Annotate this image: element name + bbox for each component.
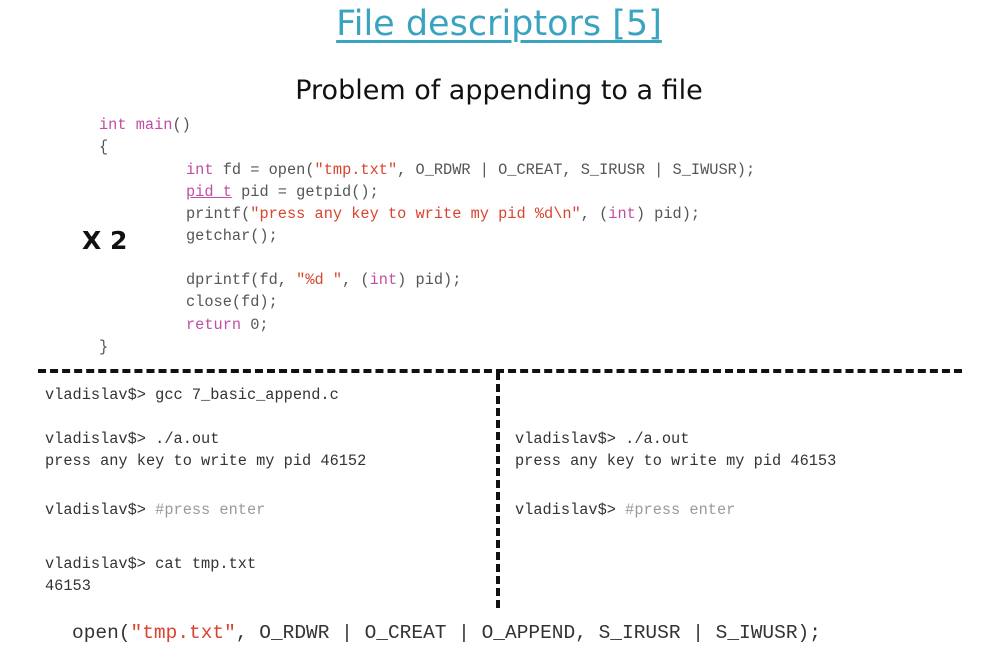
terminal-line: vladislav$> #press enter [515, 501, 735, 519]
code-token: open( [72, 622, 131, 644]
terminal-comment: #press enter [155, 501, 266, 519]
terminal-prompt: vladislav$> [515, 501, 626, 519]
code-line-getpid: pid_t pid = getpid(); [186, 181, 379, 203]
fix-code-line: open("tmp.txt", O_RDWR | O_CREAT | O_APP… [72, 622, 821, 644]
code-token: () [172, 116, 191, 134]
code-line-open: int fd = open("tmp.txt", O_RDWR | O_CREA… [186, 159, 755, 181]
code-token: ) pid); [635, 205, 701, 223]
terminal-line: press any key to write my pid 46152 [45, 452, 367, 470]
page-title: File descriptors [5] [336, 4, 662, 44]
code-token: int [608, 205, 636, 223]
code-token: , ( [342, 271, 370, 289]
code-line-return: return 0; [186, 314, 269, 336]
terminal-line: vladislav$> gcc 7_basic_append.c [45, 386, 339, 404]
code-token: "tmp.txt" [314, 161, 398, 179]
terminal-output: 46153 [45, 577, 91, 595]
code-token: , ( [580, 205, 609, 223]
terminal-line: vladislav$> cat tmp.txt [45, 555, 257, 573]
code-token: printf( [186, 205, 251, 223]
code-token: "%d " [296, 271, 343, 289]
terminal-line: vladislav$> ./a.out [45, 430, 220, 448]
code-token: int [186, 161, 214, 179]
code-token: , O_RDWR | O_CREAT, S_IRUSR | S_IWUSR); [397, 161, 756, 179]
code-line-getchar: getchar(); [186, 227, 278, 245]
code-line-main: int main() [99, 114, 191, 136]
code-token: int main [99, 116, 173, 134]
slide-subtitle: Problem of appending to a file [295, 75, 703, 106]
terminal-line: vladislav$> #press enter [45, 501, 265, 519]
terminal-prompt: vladislav$> [45, 501, 156, 519]
code-token: fd = open( [213, 161, 315, 179]
code-token: "tmp.txt" [130, 622, 236, 644]
code-line-dprintf: dprintf(fd, "%d ", (int) pid); [186, 269, 461, 291]
code-token: pid_t [186, 183, 232, 201]
code-line-printf: printf("press any key to write my pid %d… [186, 203, 700, 225]
horizontal-divider [38, 369, 962, 373]
terminal-comment: #press enter [625, 501, 736, 519]
terminal-line: vladislav$> ./a.out [515, 430, 690, 448]
code-token: ) pid); [397, 271, 462, 289]
code-token: , O_RDWR | O_CREAT | O_APPEND, S_IRUSR |… [235, 622, 821, 644]
code-token: 0; [241, 316, 269, 334]
code-token: int [369, 271, 398, 289]
code-token: return [186, 316, 242, 334]
code-line-close-brace: } [99, 338, 109, 356]
code-token: dprintf(fd, [186, 271, 297, 289]
vertical-divider [496, 372, 500, 608]
code-token: pid = getpid(); [231, 183, 379, 201]
terminal-line: press any key to write my pid 46153 [515, 452, 837, 470]
code-line-close: close(fd); [186, 293, 278, 311]
repeat-label: X 2 [82, 226, 128, 255]
code-token: "press any key to write my pid %d\n" [250, 205, 581, 223]
code-line-open-brace: { [99, 138, 109, 156]
